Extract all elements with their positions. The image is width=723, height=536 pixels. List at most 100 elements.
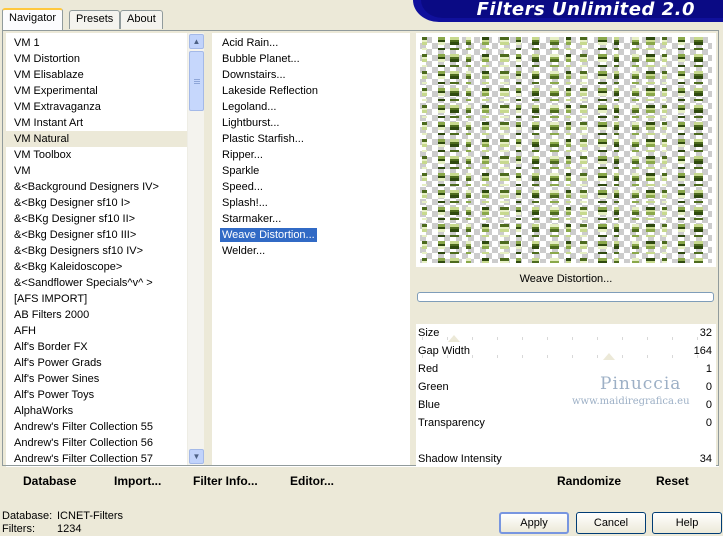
category-item[interactable]: &<BKg Designer sf10 II> xyxy=(6,211,188,227)
filter-item[interactable]: Acid Rain... xyxy=(212,35,410,51)
chevron-down-icon[interactable]: ▼ xyxy=(189,449,204,464)
weave-stripe xyxy=(516,37,521,263)
tab-presets[interactable]: Presets xyxy=(69,10,121,29)
progress-bar xyxy=(417,292,714,302)
param-row[interactable]: Transparency 0 xyxy=(416,414,716,432)
filter-item[interactable]: Sparkle xyxy=(212,163,410,179)
category-item-label: AlphaWorks xyxy=(14,405,74,417)
param-row[interactable]: Gap Width 164 xyxy=(416,342,716,360)
category-item[interactable]: &<Bkg Designer sf10 I> xyxy=(6,195,188,211)
database-button[interactable]: Database xyxy=(23,473,76,489)
category-item[interactable]: &<Sandflower Specials^v^ > xyxy=(6,275,188,291)
filter-item[interactable]: Welder... xyxy=(212,243,410,259)
category-item[interactable]: Andrew's Filter Collection 57 xyxy=(6,451,188,465)
category-item[interactable]: &<Bkg Designers sf10 IV> xyxy=(6,243,188,259)
param-value: 32 xyxy=(699,327,712,339)
import-button[interactable]: Import... xyxy=(114,473,161,489)
category-item[interactable]: &<Background Designers IV> xyxy=(6,179,188,195)
category-item[interactable]: VM 1 xyxy=(6,35,188,51)
cancel-button[interactable]: Cancel xyxy=(576,512,646,534)
filter-item[interactable]: Plastic Starfish... xyxy=(212,131,410,147)
category-item[interactable]: VM Toolbox xyxy=(6,147,188,163)
param-value: 1 xyxy=(705,363,712,375)
reset-button[interactable]: Reset xyxy=(656,473,689,489)
filter-info-button[interactable]: Filter Info... xyxy=(193,473,258,489)
weave-stripe xyxy=(466,37,471,263)
category-item[interactable]: &<Bkg Designer sf10 III> xyxy=(6,227,188,243)
category-item[interactable]: Alf's Power Sines xyxy=(6,371,188,387)
filter-item[interactable]: Bubble Planet... xyxy=(212,51,410,67)
filter-item-label: Weave Distortion... xyxy=(220,228,317,242)
category-item-label: AFH xyxy=(14,325,36,337)
category-item-label: &<Bkg Designers sf10 IV> xyxy=(14,245,144,257)
category-item[interactable]: VM Extravaganza xyxy=(6,99,188,115)
filter-item[interactable]: Splash!... xyxy=(212,195,410,211)
weave-stripe xyxy=(580,37,587,263)
category-item[interactable]: Andrew's Filter Collection 56 xyxy=(6,435,188,451)
category-item[interactable]: AFH xyxy=(6,323,188,339)
weave-stripe xyxy=(532,37,539,263)
category-item[interactable]: VM Elisablaze xyxy=(6,67,188,83)
category-item-label: Alf's Power Toys xyxy=(14,389,95,401)
category-item[interactable]: Alf's Power Grads xyxy=(6,355,188,371)
category-item[interactable]: Andrew's Filter Collection 55 xyxy=(6,419,188,435)
watermark-url: www.maidiregrafica.eu xyxy=(572,396,690,407)
category-item-label: [AFS IMPORT] xyxy=(14,293,88,305)
filter-item[interactable]: Lakeside Reflection xyxy=(212,83,410,99)
weave-stripe xyxy=(598,37,607,263)
category-item[interactable]: VM Distortion xyxy=(6,51,188,67)
param-row[interactable]: Size 32 xyxy=(416,324,716,342)
filter-item-label: Plastic Starfish... xyxy=(222,133,304,145)
filter-item[interactable]: Speed... xyxy=(212,179,410,195)
category-item-label: VM xyxy=(14,165,31,177)
filter-item[interactable]: Legoland... xyxy=(212,99,410,115)
category-item[interactable]: &<Bkg Kaleidoscope> xyxy=(6,259,188,275)
filter-item[interactable]: Lightburst... xyxy=(212,115,410,131)
preview-image[interactable] xyxy=(420,37,712,263)
weave-stripe xyxy=(550,37,559,263)
param-label: Blue xyxy=(418,399,441,411)
help-button[interactable]: Help xyxy=(652,512,722,534)
category-item[interactable]: VM Natural xyxy=(6,131,188,147)
filter-item-label: Lakeside Reflection xyxy=(222,85,319,97)
apply-button[interactable]: Apply xyxy=(499,512,569,534)
filter-item[interactable]: Downstairs... xyxy=(212,67,410,83)
editor-button[interactable]: Editor... xyxy=(290,473,334,489)
chevron-up-icon[interactable]: ▲ xyxy=(189,34,204,49)
category-item[interactable]: Alf's Power Toys xyxy=(6,387,188,403)
category-item-label: Andrew's Filter Collection 55 xyxy=(14,421,154,433)
category-item-label: VM Toolbox xyxy=(14,149,72,161)
filter-list[interactable]: Acid Rain... Bubble Planet... Downstairs..… xyxy=(212,33,410,465)
category-item[interactable]: [AFS IMPORT] xyxy=(6,291,188,307)
filter-item-label: Lightburst... xyxy=(222,117,280,129)
filter-item[interactable]: Weave Distortion... xyxy=(212,227,410,243)
category-item[interactable]: AB Filters 2000 xyxy=(6,307,188,323)
category-item[interactable]: VM Instant Art xyxy=(6,115,188,131)
param-value: 0 xyxy=(705,381,712,393)
category-item-label: Alf's Border FX xyxy=(14,341,88,353)
param-label: Red xyxy=(418,363,439,375)
weave-stripe xyxy=(614,37,619,263)
category-scrollbar[interactable]: ▲ ▼ xyxy=(187,33,204,465)
category-item-label: &<Bkg Designer sf10 I> xyxy=(14,197,131,209)
category-item[interactable]: AlphaWorks xyxy=(6,403,188,419)
randomize-button[interactable]: Randomize xyxy=(557,473,621,489)
category-list[interactable]: VM 1 VM Distortion VM Elisablaze VM Experim… xyxy=(6,33,204,465)
param-value: 164 xyxy=(693,345,712,357)
weave-stripe xyxy=(482,37,489,263)
filter-item[interactable]: Starmaker... xyxy=(212,211,410,227)
weave-stripe xyxy=(662,37,667,263)
scrollbar-thumb[interactable] xyxy=(189,51,204,111)
category-item-label: &<Background Designers IV> xyxy=(14,181,159,193)
watermark-title: Pinuccia xyxy=(600,374,682,394)
param-row[interactable] xyxy=(416,432,716,450)
filter-item[interactable]: Ripper... xyxy=(212,147,410,163)
current-filter-name: Weave Distortion... xyxy=(519,273,613,285)
category-item[interactable]: VM Experimental xyxy=(6,83,188,99)
category-item[interactable]: VM xyxy=(6,163,188,179)
weave-stripe xyxy=(422,37,427,263)
tab-about[interactable]: About xyxy=(120,10,163,29)
filter-item-label: Starmaker... xyxy=(222,213,282,225)
category-item[interactable]: Alf's Border FX xyxy=(6,339,188,355)
tab-navigator[interactable]: Navigator xyxy=(2,8,64,30)
